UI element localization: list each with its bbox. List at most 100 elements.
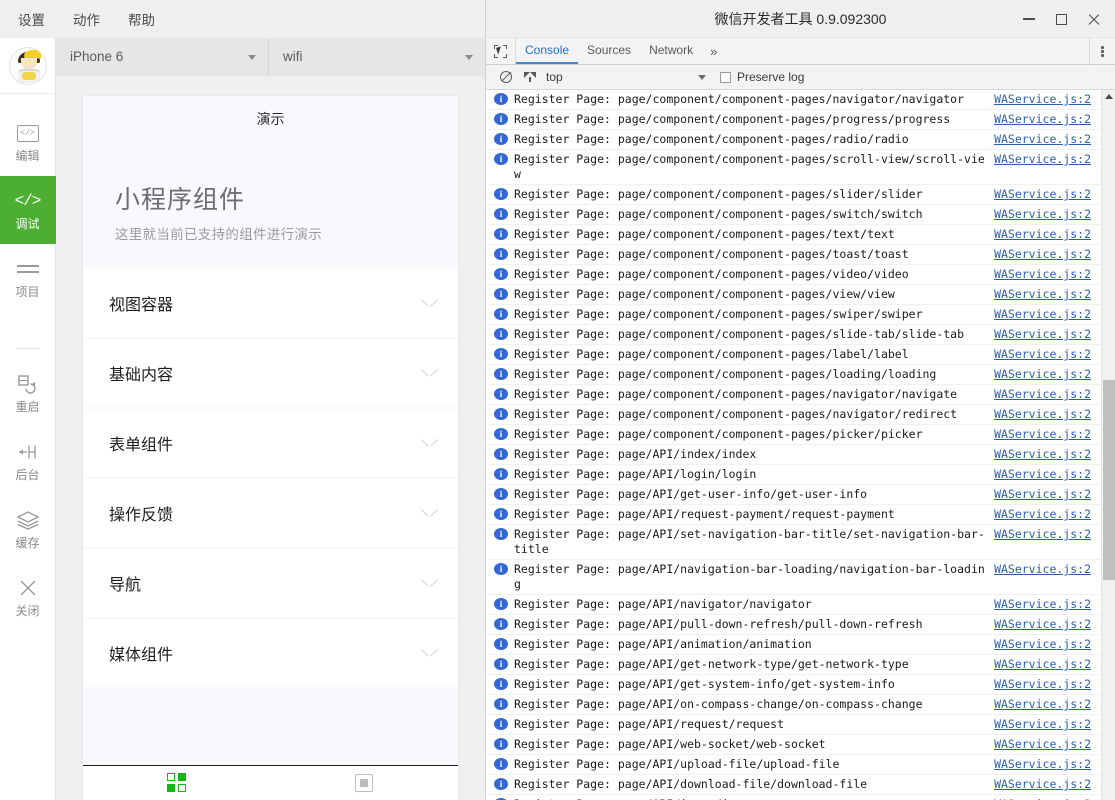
execution-context-select[interactable]: top bbox=[542, 70, 712, 84]
console-log-source-link[interactable]: WAService.js:2 bbox=[994, 717, 1101, 732]
console-log-row[interactable]: i Register Page: page/API/get-user-info/g… bbox=[486, 485, 1101, 505]
avatar-container[interactable] bbox=[0, 38, 56, 94]
accordion-item-navigation[interactable]: 导航 bbox=[83, 549, 458, 617]
console-log-source-link[interactable]: WAService.js:2 bbox=[994, 447, 1101, 462]
console-log-source-link[interactable]: WAService.js:2 bbox=[994, 407, 1101, 422]
preserve-log-checkbox[interactable] bbox=[720, 71, 731, 83]
console-log-source-link[interactable]: WAService.js:2 bbox=[994, 487, 1101, 502]
console-log-row[interactable]: i Register Page: page/API/on-compass-chan… bbox=[486, 695, 1101, 715]
scrollbar-thumb[interactable] bbox=[1103, 380, 1115, 580]
console-log-row[interactable]: i Register Page: page/API/upload-file/upl… bbox=[486, 755, 1101, 775]
console-log-source-link[interactable]: WAService.js:2 bbox=[994, 92, 1101, 107]
console-log-row[interactable]: i Register Page: page/component/component… bbox=[486, 225, 1101, 245]
console-log-row[interactable]: i Register Page: page/component/component… bbox=[486, 90, 1101, 110]
console-log-row[interactable]: i Register Page: page/component/component… bbox=[486, 150, 1101, 185]
console-log-source-link[interactable]: WAService.js:2 bbox=[994, 287, 1101, 302]
console-log-row[interactable]: i Register Page: page/component/component… bbox=[486, 365, 1101, 385]
console-scrollbar[interactable] bbox=[1101, 90, 1115, 800]
preserve-log-toggle[interactable]: Preserve log bbox=[720, 70, 804, 84]
console-log-row[interactable]: i Register Page: page/API/request-payment… bbox=[486, 505, 1101, 525]
console-log-source-link[interactable]: WAService.js:2 bbox=[994, 507, 1101, 522]
more-tabs-button[interactable]: » bbox=[702, 38, 725, 64]
console-log-row[interactable]: i Register Page: page/component/component… bbox=[486, 245, 1101, 265]
console-log-source-link[interactable]: WAService.js:2 bbox=[994, 427, 1101, 442]
console-log-row[interactable]: i Register Page: page/API/get-system-info… bbox=[486, 675, 1101, 695]
console-log-row[interactable]: i Register Page: page/component/component… bbox=[486, 185, 1101, 205]
console-log-row[interactable]: i Register Page: page/API/index/index WASe… bbox=[486, 445, 1101, 465]
console-log-row[interactable]: i Register Page: page/component/component… bbox=[486, 405, 1101, 425]
console-log-source-link[interactable]: WAService.js:2 bbox=[994, 637, 1101, 652]
inspect-element-button[interactable] bbox=[486, 38, 516, 64]
console-log-row[interactable]: i Register Page: page/component/component… bbox=[486, 425, 1101, 445]
console-log-source-link[interactable]: WAService.js:2 bbox=[994, 527, 1101, 542]
console-log-source-link[interactable]: WAService.js:2 bbox=[994, 562, 1101, 577]
console-log-source-link[interactable]: WAService.js:2 bbox=[994, 597, 1101, 612]
console-log-source-link[interactable]: WAService.js:2 bbox=[994, 207, 1101, 222]
console-log-source-link[interactable]: WAService.js:2 bbox=[994, 657, 1101, 672]
console-log-source-link[interactable]: WAService.js:2 bbox=[994, 617, 1101, 632]
console-log-source-link[interactable]: WAService.js:2 bbox=[994, 112, 1101, 127]
console-log-source-link[interactable]: WAService.js:2 bbox=[994, 327, 1101, 342]
console-log-source-link[interactable]: WAService.js:2 bbox=[994, 387, 1101, 402]
rail-item-debug[interactable]: </> 调试 bbox=[0, 176, 56, 244]
device-select[interactable]: iPhone 6 bbox=[56, 38, 269, 75]
rail-item-close[interactable]: 关闭 bbox=[0, 563, 56, 631]
console-log-row[interactable]: i Register Page: page/component/component… bbox=[486, 130, 1101, 150]
console-log-source-link[interactable]: WAService.js:2 bbox=[994, 677, 1101, 692]
console-log-source-link[interactable]: WAService.js:2 bbox=[994, 267, 1101, 282]
console-log-row[interactable]: i Register Page: page/component/component… bbox=[486, 285, 1101, 305]
accordion-item-feedback[interactable]: 操作反馈 bbox=[83, 479, 458, 547]
console-log-source-link[interactable]: WAService.js:2 bbox=[994, 132, 1101, 147]
console-log-row[interactable]: i Register Page: page/API/pull-down-refre… bbox=[486, 615, 1101, 635]
accordion-item-form-components[interactable]: 表单组件 bbox=[83, 409, 458, 477]
console-log-source-link[interactable]: WAService.js:2 bbox=[994, 227, 1101, 242]
console-log-row[interactable]: i Register Page: page/component/component… bbox=[486, 265, 1101, 285]
console-log-source-link[interactable]: WAService.js:2 bbox=[994, 152, 1101, 167]
menu-actions[interactable]: 动作 bbox=[71, 7, 102, 31]
console-log-row[interactable]: i Register Page: page/API/navigation-bar-… bbox=[486, 560, 1101, 595]
console-log-row[interactable]: i Register Page: page/component/component… bbox=[486, 385, 1101, 405]
rail-item-edit[interactable]: </> 编辑 bbox=[0, 108, 56, 176]
console-message-list[interactable]: i Register Page: page/component/component… bbox=[486, 90, 1101, 800]
menu-settings[interactable]: 设置 bbox=[16, 7, 47, 31]
console-log-source-link[interactable]: WAService.js:2 bbox=[994, 467, 1101, 482]
console-log-source-link[interactable]: WAService.js:2 bbox=[994, 247, 1101, 262]
console-log-source-link[interactable]: WAService.js:2 bbox=[994, 777, 1101, 792]
console-log-row[interactable]: i Register Page: page/component/component… bbox=[486, 305, 1101, 325]
console-log-row[interactable]: i Register Page: page/component/component… bbox=[486, 110, 1101, 130]
user-avatar[interactable] bbox=[8, 46, 47, 85]
tab-sources[interactable]: Sources bbox=[578, 38, 640, 64]
console-log-row[interactable]: i Register Page: page/API/web-socket/web-… bbox=[486, 735, 1101, 755]
minimize-button[interactable] bbox=[1013, 4, 1045, 34]
rail-item-background[interactable]: 后台 bbox=[0, 427, 56, 495]
menu-help[interactable]: 帮助 bbox=[126, 7, 157, 31]
console-log-source-link[interactable]: WAService.js:2 bbox=[994, 347, 1101, 362]
tab-console[interactable]: Console bbox=[516, 38, 579, 64]
accordion-item-view-container[interactable]: 视图容器 bbox=[83, 269, 458, 337]
console-log-row[interactable]: i Register Page: page/API/navigator/navig… bbox=[486, 595, 1101, 615]
tab-network[interactable]: Network bbox=[640, 38, 702, 64]
console-log-source-link[interactable]: WAService.js:2 bbox=[994, 757, 1101, 772]
network-select[interactable]: wifi bbox=[269, 38, 485, 75]
accordion-item-media[interactable]: 媒体组件 bbox=[83, 619, 458, 687]
console-log-row[interactable]: i Register Page: page/component/component… bbox=[486, 205, 1101, 225]
console-log-source-link[interactable]: WAService.js:2 bbox=[994, 697, 1101, 712]
console-log-source-link[interactable]: WAService.js:2 bbox=[994, 307, 1101, 322]
accordion-item-basic-content[interactable]: 基础内容 bbox=[83, 339, 458, 407]
rail-item-cache[interactable]: 缓存 bbox=[0, 495, 56, 563]
devtools-menu-button[interactable] bbox=[1089, 38, 1115, 65]
console-log-row[interactable]: iRegister Page: page/API/image/imageWASe… bbox=[486, 795, 1101, 800]
console-log-row[interactable]: i Register Page: page/API/get-network-typ… bbox=[486, 655, 1101, 675]
console-log-source-link[interactable]: WAService.js:2 bbox=[994, 737, 1101, 752]
console-log-row[interactable]: i Register Page: page/component/component… bbox=[486, 345, 1101, 365]
console-log-row[interactable]: i Register Page: page/API/download-file/d… bbox=[486, 775, 1101, 795]
scroll-up-arrow-icon[interactable] bbox=[1105, 94, 1113, 99]
console-log-row[interactable]: i Register Page: page/API/login/login WASe… bbox=[486, 465, 1101, 485]
rail-item-restart[interactable]: 重启 bbox=[0, 359, 56, 427]
console-log-row[interactable]: i Register Page: page/API/request/request… bbox=[486, 715, 1101, 735]
console-log-source-link[interactable]: WAService.js:2 bbox=[994, 187, 1101, 202]
console-log-row[interactable]: i Register Page: page/API/set-navigation-… bbox=[486, 525, 1101, 560]
rail-item-project[interactable]: 项目 bbox=[0, 244, 56, 312]
maximize-button[interactable] bbox=[1045, 4, 1077, 34]
clear-console-button[interactable] bbox=[494, 71, 518, 83]
